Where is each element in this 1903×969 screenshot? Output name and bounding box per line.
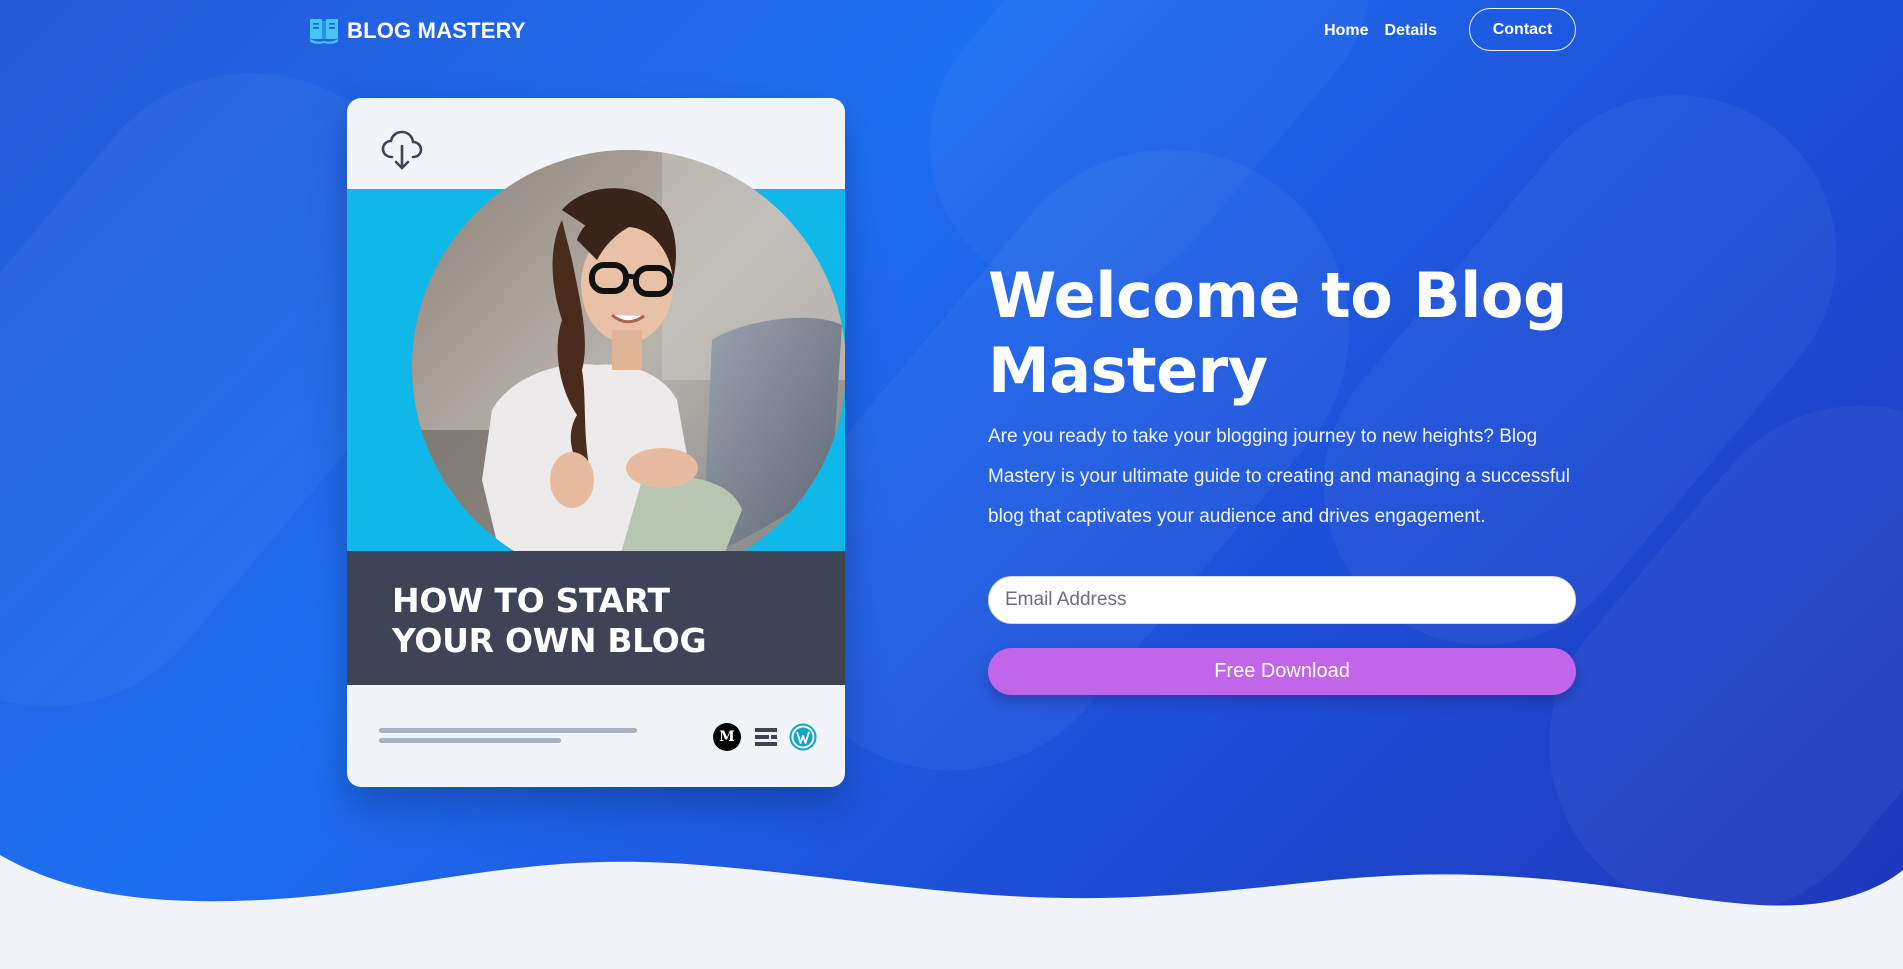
- email-input[interactable]: [988, 576, 1576, 624]
- contact-button[interactable]: Contact: [1469, 8, 1576, 51]
- nav-link-home[interactable]: Home: [1324, 22, 1368, 40]
- open-book-icon: [310, 19, 338, 44]
- hero-section: BLOG MASTERY Home Details Contact HOW TO…: [0, 0, 1903, 969]
- hero-headline: Welcome to Blog Mastery: [988, 259, 1567, 407]
- wordpress-icon: [789, 723, 817, 751]
- brand-logo[interactable]: BLOG MASTERY: [309, 17, 526, 45]
- wave-divider: [0, 855, 1903, 969]
- hero-description: Are you ready to take your blogging jour…: [988, 426, 1570, 527]
- free-download-button[interactable]: Free Download: [988, 648, 1576, 695]
- medium-icon: M: [713, 723, 741, 751]
- placeholder-line: [379, 728, 637, 733]
- ebook-cover-card: HOW TO START YOUR OWN BLOG M: [347, 98, 845, 787]
- nav-links: Home Details Contact: [1324, 8, 1576, 51]
- top-navbar: BLOG MASTERY Home Details Contact: [309, 8, 1576, 52]
- nav-link-details[interactable]: Details: [1385, 22, 1437, 40]
- substack-icon: [755, 728, 777, 746]
- brand-name: BLOG MASTERY: [347, 18, 526, 43]
- cover-title: HOW TO START YOUR OWN BLOG: [392, 581, 707, 660]
- cover-photo: [412, 150, 845, 551]
- woman-with-laptop-image: [412, 150, 845, 551]
- placeholder-line: [379, 738, 561, 743]
- cover-title-band: HOW TO START YOUR OWN BLOG: [347, 551, 845, 685]
